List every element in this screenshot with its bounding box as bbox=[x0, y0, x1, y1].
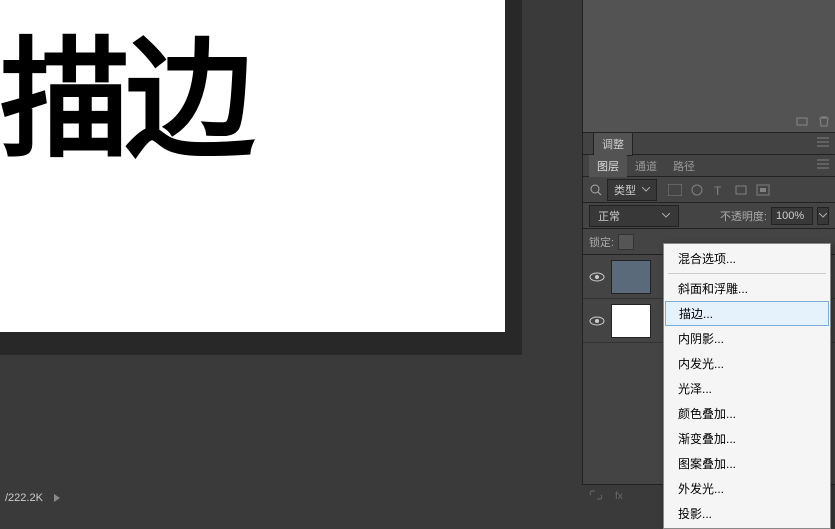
opacity-dropdown-icon[interactable] bbox=[817, 207, 829, 225]
filter-type-dropdown[interactable]: 类型 bbox=[607, 179, 657, 201]
menu-item[interactable]: 颜色叠加... bbox=[664, 401, 830, 426]
fx-icon[interactable]: fx bbox=[614, 489, 630, 505]
menu-item[interactable]: 内发光... bbox=[664, 351, 830, 376]
blend-mode-value: 正常 bbox=[598, 208, 620, 224]
panel-menu-icon[interactable] bbox=[817, 159, 831, 173]
layer-thumbnail[interactable] bbox=[611, 260, 651, 294]
search-icon[interactable] bbox=[589, 183, 603, 197]
svg-text:fx: fx bbox=[615, 491, 623, 501]
layer-style-context-menu: 混合选项... 斜面和浮雕...描边...内阴影...内发光...光泽...颜色叠… bbox=[663, 243, 831, 529]
layers-panel-header: 图层 通道 路径 bbox=[583, 155, 835, 177]
opacity-value[interactable]: 100% bbox=[771, 207, 813, 225]
panel-menu-icon[interactable] bbox=[817, 137, 831, 151]
menu-item[interactable]: 斜面和浮雕... bbox=[664, 276, 830, 301]
tab-paths[interactable]: 路径 bbox=[665, 155, 703, 177]
filter-image-icon[interactable] bbox=[667, 182, 683, 198]
adjustments-panel-header: 调整 bbox=[583, 133, 835, 155]
lock-label: 锁定: bbox=[589, 234, 614, 250]
menu-separator bbox=[668, 273, 826, 274]
trash-icon[interactable] bbox=[817, 114, 831, 128]
filter-adjust-icon[interactable] bbox=[689, 182, 705, 198]
menu-item[interactable]: 外发光... bbox=[664, 476, 830, 501]
filter-label: 类型 bbox=[614, 182, 636, 198]
panel-collapse-icon[interactable] bbox=[795, 114, 809, 128]
adjustments-tab[interactable]: 调整 bbox=[593, 132, 633, 156]
menu-item[interactable]: 描边... bbox=[665, 301, 829, 326]
filter-shape-icon[interactable] bbox=[733, 182, 749, 198]
link-icon[interactable] bbox=[588, 489, 604, 505]
top-empty-panel bbox=[583, 0, 835, 133]
canvas-text: 描边 bbox=[0, 0, 250, 183]
eye-icon[interactable] bbox=[587, 311, 607, 331]
status-zoom: /222.2K bbox=[5, 492, 43, 504]
layer-filter-row: 类型 T bbox=[583, 177, 835, 203]
blend-mode-dropdown[interactable]: 正常 bbox=[589, 205, 679, 227]
layer-thumbnail[interactable] bbox=[611, 304, 651, 338]
menu-item[interactable]: 图案叠加... bbox=[664, 451, 830, 476]
eye-icon[interactable] bbox=[587, 267, 607, 287]
filter-text-icon[interactable]: T bbox=[711, 182, 727, 198]
scroll-right-icon[interactable] bbox=[51, 492, 63, 504]
menu-item[interactable]: 内阴影... bbox=[664, 326, 830, 351]
lock-transparent-icon[interactable] bbox=[618, 234, 634, 250]
opacity-label: 不透明度: bbox=[720, 208, 767, 224]
canvas-area: 描边 bbox=[0, 0, 522, 355]
blend-mode-row: 正常 不透明度: 100% bbox=[583, 203, 835, 229]
tab-channels[interactable]: 通道 bbox=[627, 155, 665, 177]
menu-item[interactable]: 渐变叠加... bbox=[664, 426, 830, 451]
menu-item[interactable]: 混合选项... bbox=[664, 246, 830, 271]
canvas[interactable]: 描边 bbox=[0, 0, 505, 332]
menu-item[interactable]: 投影... bbox=[664, 501, 830, 526]
tab-layers[interactable]: 图层 bbox=[589, 155, 627, 177]
status-bar: /222.2K bbox=[0, 488, 522, 508]
svg-text:T: T bbox=[714, 184, 722, 196]
menu-item[interactable]: 光泽... bbox=[664, 376, 830, 401]
filter-smart-icon[interactable] bbox=[755, 182, 771, 198]
